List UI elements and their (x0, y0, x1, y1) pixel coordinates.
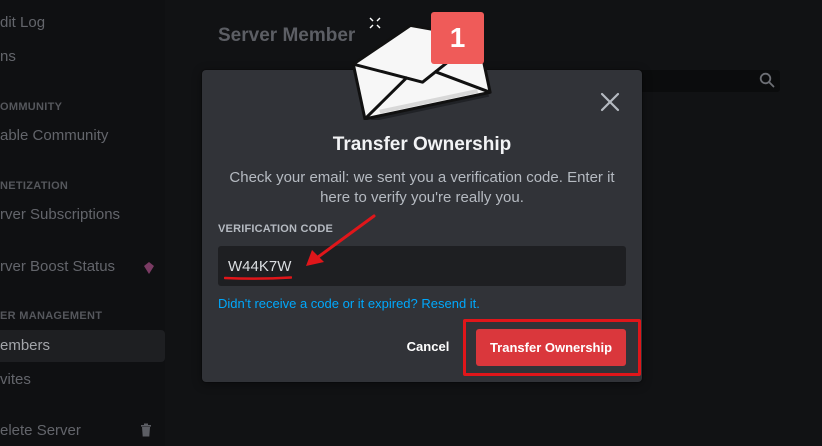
sidebar-header-community: OMMUNITY (0, 101, 63, 113)
trash-icon[interactable] (140, 423, 152, 437)
close-icon[interactable] (598, 90, 622, 114)
server-settings-sidebar: dit Log ns OMMUNITY able Community NETIZ… (0, 0, 165, 446)
annotation-underline (224, 276, 292, 280)
annotation-arrow (306, 214, 376, 266)
sidebar-item-audit-log[interactable]: dit Log (0, 14, 45, 31)
sidebar-item-members[interactable]: embers (0, 330, 165, 362)
sidebar-item-delete-server[interactable]: elete Server (0, 422, 81, 439)
sidebar-item-server-boost-status[interactable]: rver Boost Status (0, 258, 115, 275)
page-title: Server Member (218, 25, 356, 46)
cancel-button[interactable]: Cancel (398, 330, 458, 364)
sidebar-header-monetization: NETIZATION (0, 180, 69, 192)
sidebar-header-user-management: ER MANAGEMENT (0, 310, 103, 322)
resend-code-link[interactable]: Didn't receive a code or it expired? Res… (218, 296, 480, 311)
sidebar-item-enable-community[interactable]: able Community (0, 127, 108, 144)
sidebar-item-invites[interactable]: vites (0, 371, 31, 388)
step-number-badge: 1 (431, 12, 484, 64)
transfer-ownership-button[interactable]: Transfer Ownership (476, 329, 626, 366)
boost-gem-icon (144, 262, 154, 274)
sidebar-item-bans[interactable]: ns (0, 48, 16, 65)
verification-code-input[interactable] (218, 246, 626, 286)
sidebar-item-server-subscriptions[interactable]: rver Subscriptions (0, 206, 120, 223)
modal-title: Transfer Ownership (332, 134, 512, 155)
modal-description: Check your email: we sent you a verifica… (229, 169, 615, 206)
search-icon[interactable] (759, 72, 775, 88)
